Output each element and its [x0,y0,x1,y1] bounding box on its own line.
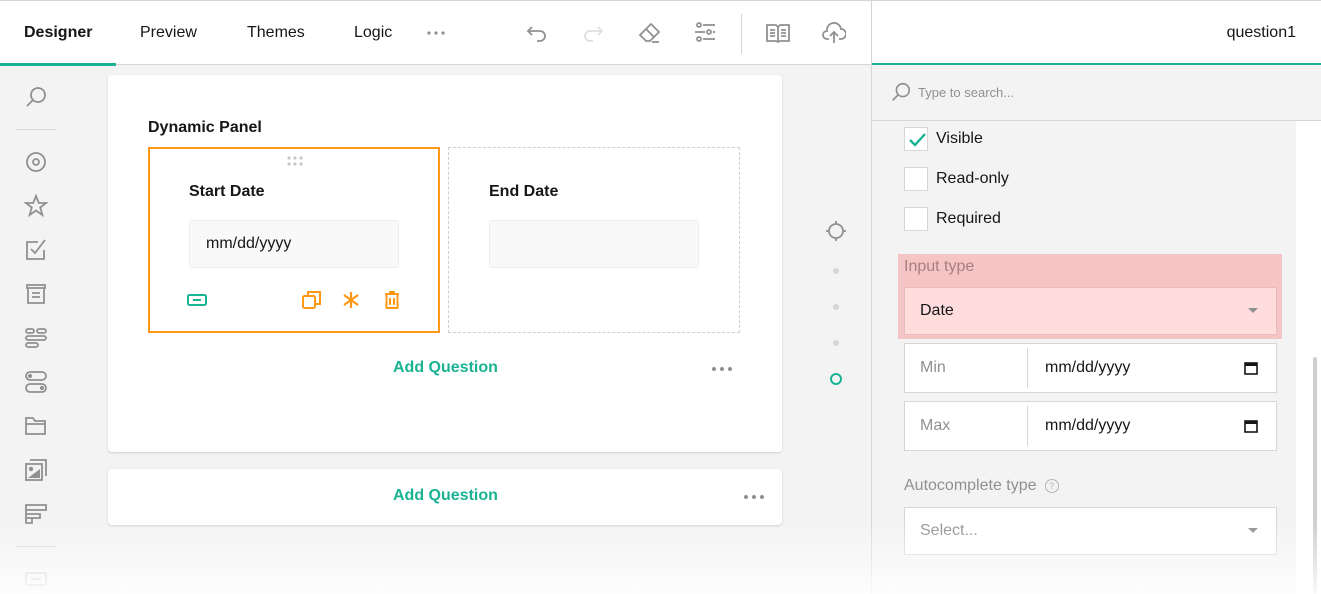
end-date-input[interactable] [489,220,699,268]
autocomplete-placeholder: Select... [920,522,978,539]
input-type-highlight: Input type Date [898,254,1282,339]
sliders-icon[interactable] [693,21,717,45]
file-icon[interactable] [24,414,48,438]
max-label: Max [920,417,951,434]
panel-title: Dynamic Panel [148,119,262,136]
scrollbar-track [1296,121,1321,594]
field-divider [1027,406,1028,446]
property-search [872,65,1321,121]
top-toolbar: Designer Preview Themes Logic [0,0,871,66]
input-type-label: Input type [904,258,975,275]
calendar-icon[interactable] [1244,361,1258,375]
page-dot[interactable] [830,301,842,313]
drag-handle-icon[interactable] [286,155,304,167]
current-page-dot[interactable] [829,372,843,386]
question-end-date[interactable]: End Date [448,147,740,333]
page-dot[interactable] [830,265,842,277]
tab-preview[interactable]: Preview [140,1,197,65]
page-dot[interactable] [830,337,842,349]
dynamic-panel-card[interactable]: Dynamic Panel Start Date mm/dd/yyyy End … [108,75,782,452]
search-icon[interactable] [24,85,48,109]
min-field[interactable]: Min mm/dd/yyyy [904,343,1277,393]
field-divider [1027,348,1028,388]
readonly-checkbox-row[interactable]: Read-only [904,166,1009,192]
ranking-icon[interactable] [24,326,48,350]
start-date-input[interactable]: mm/dd/yyyy [189,220,399,268]
page-more-options-icon[interactable] [742,492,766,502]
toolbar-separator [741,14,742,54]
tab-designer[interactable]: Designer [24,1,92,65]
max-date-input[interactable]: mm/dd/yyyy [1045,402,1130,450]
undo-icon[interactable] [525,21,549,45]
duplicate-icon[interactable] [302,290,322,310]
required-icon[interactable] [341,290,361,310]
toolbox-separator-2 [16,546,56,547]
min-date-input[interactable]: mm/dd/yyyy [1045,344,1130,392]
design-surface: Dynamic Panel Start Date mm/dd/yyyy End … [72,65,871,594]
help-icon[interactable]: ? [1044,479,1059,493]
autocomplete-label-row: Autocomplete type? [904,477,1059,495]
checkbox-icon[interactable] [24,238,48,262]
toolbox [0,65,72,594]
visible-label: Visible [936,130,983,147]
input-type-value: Date [920,302,954,319]
required-label: Required [936,210,1001,227]
calendar-icon[interactable] [1244,419,1258,433]
tab-themes[interactable]: Themes [247,1,305,65]
required-checkbox[interactable] [904,207,928,231]
required-checkbox-row[interactable]: Required [904,206,1001,232]
chevron-down-icon [1248,528,1258,533]
property-search-input[interactable] [918,81,1298,103]
tab-logic[interactable]: Logic [354,1,392,65]
property-grid-header: question1 [871,0,1321,65]
property-grid: Visible Read-only Required Input type Da… [871,65,1321,594]
survey-creator: Designer Preview Themes Logic question1 [0,0,1321,594]
cloud-upload-icon[interactable] [822,21,847,45]
more-tabs-icon[interactable] [424,21,448,45]
delete-icon[interactable] [382,290,402,310]
more-options-icon[interactable] [710,364,734,374]
page-add-question-card: Add Question [108,469,782,525]
question-title: Start Date [189,183,265,200]
selected-element-name: question1 [1226,24,1296,41]
min-label: Min [920,359,946,376]
book-icon[interactable] [766,21,790,45]
page-navigator-icon[interactable] [824,219,848,243]
question-title: End Date [489,183,559,200]
matrix-icon[interactable] [24,502,48,526]
text-input-icon[interactable] [24,567,48,591]
input-type-icon[interactable] [187,290,207,310]
readonly-checkbox[interactable] [904,167,928,191]
redo-icon[interactable] [581,21,605,45]
eraser-icon[interactable] [637,21,661,45]
question-start-date[interactable]: Start Date mm/dd/yyyy [148,147,440,333]
dropdown-icon[interactable] [24,282,48,306]
readonly-label: Read-only [936,170,1009,187]
checkmark-icon [909,133,926,147]
image-picker-icon[interactable] [24,458,48,482]
autocomplete-label: Autocomplete type [904,477,1037,494]
input-type-dropdown[interactable]: Date [904,287,1277,335]
chevron-down-icon [1248,308,1258,313]
search-icon [892,82,911,101]
radio-group-icon[interactable] [24,150,48,174]
page-add-question-button[interactable]: Add Question [393,487,498,505]
visible-checkbox-row[interactable]: Visible [904,126,983,152]
rating-icon[interactable] [23,193,49,218]
autocomplete-dropdown[interactable]: Select... [904,507,1277,555]
scrollbar-thumb[interactable] [1313,357,1317,594]
boolean-icon[interactable] [24,370,48,394]
max-field[interactable]: Max mm/dd/yyyy [904,401,1277,451]
visible-checkbox[interactable] [904,127,928,151]
add-question-button[interactable]: Add Question [393,359,498,377]
toolbox-separator [16,129,56,130]
